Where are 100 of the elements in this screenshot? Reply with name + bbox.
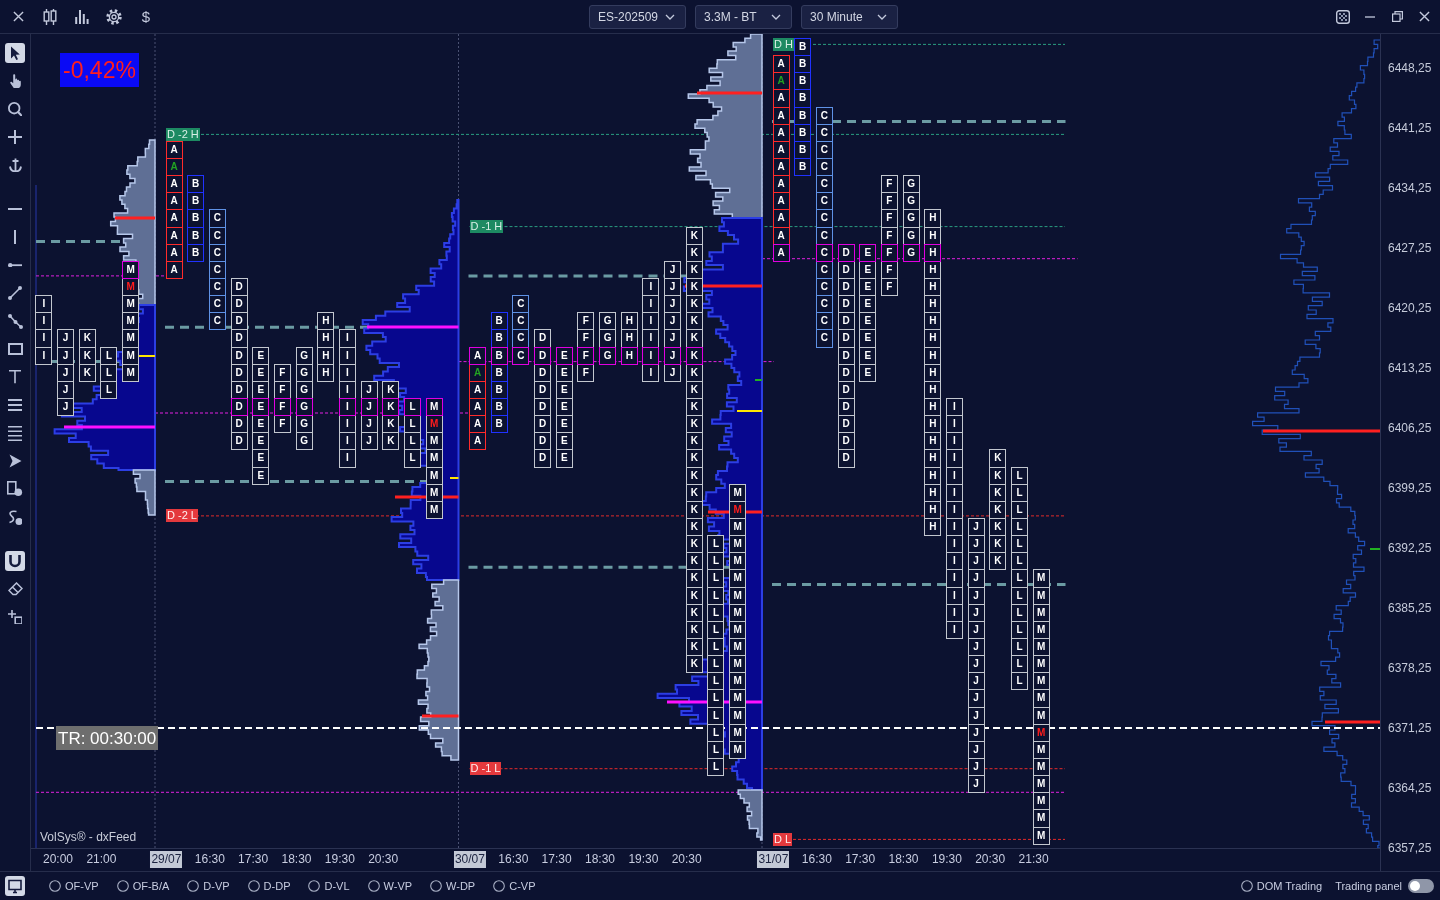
time-label: 20:30 [975, 851, 1006, 868]
polyline-icon[interactable] [7, 313, 23, 329]
text-tool-icon[interactable] [9, 370, 21, 384]
radio-icon[interactable] [49, 880, 61, 892]
radio-icon[interactable] [187, 880, 200, 892]
restore-icon[interactable] [1391, 11, 1403, 22]
radio-button[interactable]: C-VP [493, 877, 536, 895]
tpo-cell: M [122, 312, 140, 331]
radio-icon[interactable] [1240, 880, 1253, 892]
tpo-cell: D [837, 415, 855, 434]
radio-button[interactable]: W-VP [367, 877, 413, 895]
time-label: 19:30 [931, 851, 962, 868]
radio-button[interactable]: D-VP [187, 877, 230, 895]
tpo-cell: A [469, 432, 486, 451]
radio-icon[interactable] [308, 880, 321, 892]
tpo-cell: B [490, 380, 508, 399]
radio-icon[interactable] [493, 880, 506, 892]
tpo-cell: A [772, 209, 790, 228]
tpo-cell: L [1010, 552, 1028, 571]
tpo-cell: L [1010, 672, 1028, 691]
tpo-cell: E [252, 449, 270, 468]
time-label: 20:30 [368, 851, 399, 868]
time-label: 18:30 [888, 851, 919, 868]
curve-coin-icon[interactable] [7, 509, 23, 525]
close-icon[interactable] [12, 11, 24, 22]
price-label: 6357,25 [1388, 840, 1432, 856]
tpo-cell: G [295, 432, 313, 451]
magnifier-icon[interactable] [7, 101, 23, 117]
tpo-cell: M [1032, 655, 1050, 674]
price-label: 6420,25 [1388, 300, 1432, 316]
tpo-cell: D [230, 312, 248, 331]
tpo-cell: I [945, 620, 963, 639]
tpo-cell: I [35, 329, 53, 348]
dropdown[interactable]: ES-202509 [589, 4, 686, 29]
radio-button[interactable]: D-VL [308, 877, 350, 895]
rectangle-icon[interactable] [7, 343, 23, 355]
tpo-cell: H [317, 312, 335, 331]
tpo-cell: M [122, 295, 140, 314]
tpo-cell: G [295, 380, 313, 399]
minimize-icon[interactable] [1365, 15, 1375, 18]
tpo-cell: A [469, 415, 486, 434]
tpo-cell: I [338, 380, 356, 399]
arrow-icon[interactable] [8, 454, 22, 468]
dropdown[interactable]: 3.3M - BT [695, 4, 792, 29]
tpo-cell: E [252, 346, 270, 365]
tpo-cell: M [1032, 706, 1050, 725]
radio-button[interactable]: OF-B/A [116, 877, 170, 895]
price-label: 6406,25 [1388, 420, 1432, 436]
hand-icon[interactable] [9, 73, 21, 89]
price-label: 6448,25 [1388, 60, 1432, 76]
anchor-icon[interactable] [8, 157, 22, 173]
trend-line-icon[interactable] [8, 286, 22, 300]
dropdown[interactable]: 30 Minute [801, 4, 898, 29]
radio-button[interactable]: DOM Trading [1240, 877, 1323, 895]
tpo-cell: A [772, 89, 790, 108]
tpo-cell: I [642, 329, 660, 348]
crosshair-icon[interactable] [8, 130, 22, 144]
gear-icon[interactable] [106, 8, 122, 25]
tpo-cell: K [989, 535, 1007, 554]
radio-button[interactable]: OF-VP [49, 877, 99, 895]
eraser-icon[interactable] [7, 582, 23, 596]
tpo-cell: L [1010, 569, 1028, 588]
tpo-cell: D [837, 260, 855, 279]
plus-square-icon[interactable] [7, 609, 23, 625]
tpo-cell: J [967, 723, 985, 742]
radio-icon[interactable] [116, 880, 129, 892]
price-label: 6385,25 [1388, 600, 1432, 616]
tpo-cell: F [273, 415, 291, 434]
cursor-icon[interactable] [5, 43, 25, 63]
radio-button[interactable]: D-DP [247, 877, 291, 895]
tpo-cell: J [967, 620, 985, 639]
candlestick-icon[interactable] [43, 8, 57, 25]
timer-label: TR: 00:30:00 [56, 726, 159, 750]
bar-chart-icon[interactable] [75, 9, 89, 24]
tpo-cell: L [1010, 466, 1028, 485]
time-label: 16:30 [194, 851, 225, 868]
tpo-cell: M [122, 329, 140, 348]
tpo-cell: I [338, 449, 356, 468]
tpo-cell: E [555, 363, 573, 382]
radio-icon[interactable] [430, 880, 443, 892]
tpo-cell: I [338, 415, 356, 434]
ray-icon[interactable] [7, 262, 23, 268]
magnet-icon[interactable] [5, 551, 25, 571]
three-lines-icon[interactable] [8, 399, 22, 411]
toggle-switch[interactable] [1408, 879, 1434, 893]
tpo-cell: M [1032, 603, 1050, 622]
radio-button[interactable]: W-DP [430, 877, 476, 895]
document-coin-icon[interactable] [7, 481, 23, 497]
tpo-cell: A [165, 260, 183, 279]
close-icon[interactable] [1418, 11, 1430, 22]
checkered-square-icon[interactable] [1336, 9, 1350, 24]
tpo-cell: D [837, 432, 855, 451]
monitor-icon[interactable] [5, 876, 25, 896]
four-lines-icon[interactable] [8, 425, 22, 441]
dollar-icon[interactable]: $ [141, 9, 151, 24]
tpo-cell: J [967, 689, 985, 708]
radio-icon[interactable] [247, 880, 260, 892]
tpo-cell: L [1010, 586, 1028, 605]
radio-icon[interactable] [367, 880, 380, 892]
tpo-cell: B [490, 329, 508, 348]
